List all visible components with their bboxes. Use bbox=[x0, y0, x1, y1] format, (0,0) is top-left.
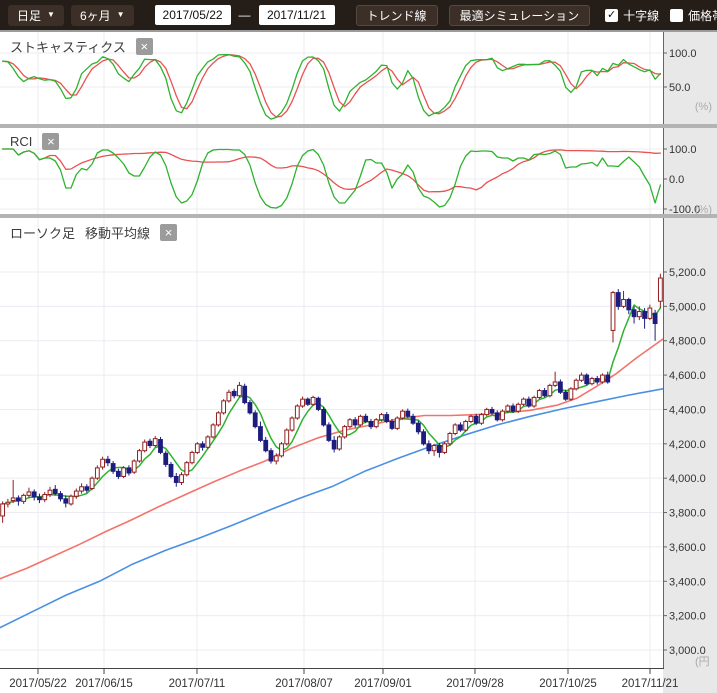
period-dropdown-label: 日足 bbox=[17, 7, 41, 24]
toolbar: 日足 ▼ 6ヶ月 ▼ — トレンド線 最適シミュレーション ✓ 十字線 価格帯 … bbox=[0, 0, 717, 30]
svg-text:2017/05/22: 2017/05/22 bbox=[9, 678, 67, 690]
svg-text:2017/10/25: 2017/10/25 bbox=[539, 678, 597, 690]
svg-text:100.0: 100.0 bbox=[669, 144, 697, 156]
candlestick-panel: 5,200.0 5,000.0 4,800.0 4,600.0 4,400.0 4,200… bbox=[0, 218, 717, 668]
svg-text:0.0: 0.0 bbox=[669, 174, 684, 186]
date-range-separator: — bbox=[239, 8, 251, 22]
rci-panel-title: RCI bbox=[10, 134, 32, 149]
chevron-down-icon: ▼ bbox=[47, 11, 55, 19]
trendline-button[interactable]: トレンド線 bbox=[356, 5, 438, 26]
svg-text:5,000.0: 5,000.0 bbox=[669, 301, 706, 313]
date-from-input[interactable] bbox=[155, 5, 231, 25]
moving-average-title: 移動平均線 bbox=[85, 223, 150, 242]
svg-text:2017/08/07: 2017/08/07 bbox=[275, 678, 333, 690]
candlestick-panel-header: ローソク足 移動平均線 × bbox=[10, 223, 177, 242]
svg-text:3,800.0: 3,800.0 bbox=[669, 508, 706, 520]
x-axis: 2017/05/22 2017/06/15 2017/07/11 2017/08/07… bbox=[0, 668, 717, 693]
candlestick-chart[interactable]: 5,200.0 5,000.0 4,800.0 4,600.0 4,400.0 4,200… bbox=[0, 218, 717, 668]
svg-text:4,000.0: 4,000.0 bbox=[669, 473, 706, 485]
svg-text:4,600.0: 4,600.0 bbox=[669, 370, 706, 382]
close-icon[interactable]: × bbox=[160, 224, 177, 241]
optimal-simulation-button[interactable]: 最適シミュレーション bbox=[449, 5, 591, 26]
svg-text:(%): (%) bbox=[695, 204, 712, 214]
chevron-down-icon: ▼ bbox=[117, 11, 125, 19]
checkbox-icon: ✓ bbox=[605, 9, 618, 22]
svg-text:5,200.0: 5,200.0 bbox=[669, 267, 706, 279]
svg-text:(%): (%) bbox=[695, 101, 712, 113]
range-dropdown[interactable]: 6ヶ月 ▼ bbox=[71, 5, 134, 26]
stochastics-panel-title: ストキャスティクス bbox=[10, 37, 126, 56]
svg-text:3,600.0: 3,600.0 bbox=[669, 542, 706, 554]
svg-text:2017/11/21: 2017/11/21 bbox=[622, 678, 679, 690]
svg-text:2017/09/01: 2017/09/01 bbox=[354, 678, 412, 690]
svg-text:2017/07/11: 2017/07/11 bbox=[169, 678, 226, 690]
range-dropdown-label: 6ヶ月 bbox=[80, 7, 111, 24]
price-band-checkbox-label: 価格帯 bbox=[688, 7, 717, 24]
close-icon[interactable]: × bbox=[136, 38, 153, 55]
crosshair-checkbox-label: 十字線 bbox=[623, 7, 659, 24]
close-icon[interactable]: × bbox=[42, 133, 59, 150]
svg-text:3,200.0: 3,200.0 bbox=[669, 611, 706, 623]
crosshair-checkbox[interactable]: ✓ 十字線 bbox=[605, 7, 659, 24]
rci-panel-header: RCI × bbox=[10, 133, 59, 150]
chart-application: 日足 ▼ 6ヶ月 ▼ — トレンド線 最適シミュレーション ✓ 十字線 価格帯 … bbox=[0, 0, 717, 693]
stochastics-panel-header: ストキャスティクス × bbox=[10, 37, 153, 56]
svg-text:100.0: 100.0 bbox=[669, 48, 697, 60]
svg-text:4,200.0: 4,200.0 bbox=[669, 439, 706, 451]
svg-text:3,400.0: 3,400.0 bbox=[669, 576, 706, 588]
rci-chart[interactable]: 100.00.0-100.0(%) bbox=[0, 128, 717, 214]
svg-text:4,400.0: 4,400.0 bbox=[669, 404, 706, 416]
date-to-input[interactable] bbox=[259, 5, 335, 25]
svg-text:(円: (円 bbox=[695, 656, 710, 668]
price-band-checkbox[interactable]: 価格帯 bbox=[670, 7, 717, 24]
period-dropdown[interactable]: 日足 ▼ bbox=[8, 5, 64, 26]
svg-text:2017/09/28: 2017/09/28 bbox=[446, 678, 504, 690]
rci-panel: 100.00.0-100.0(%) RCI × bbox=[0, 128, 717, 214]
svg-text:2017/06/15: 2017/06/15 bbox=[75, 678, 133, 690]
svg-text:50.0: 50.0 bbox=[669, 82, 690, 94]
stochastics-panel: 100.0 50.0 (%) ストキャスティクス × bbox=[0, 32, 717, 124]
checkbox-icon bbox=[670, 9, 683, 22]
candlestick-title: ローソク足 bbox=[10, 223, 75, 242]
svg-text:4,800.0: 4,800.0 bbox=[669, 336, 706, 348]
